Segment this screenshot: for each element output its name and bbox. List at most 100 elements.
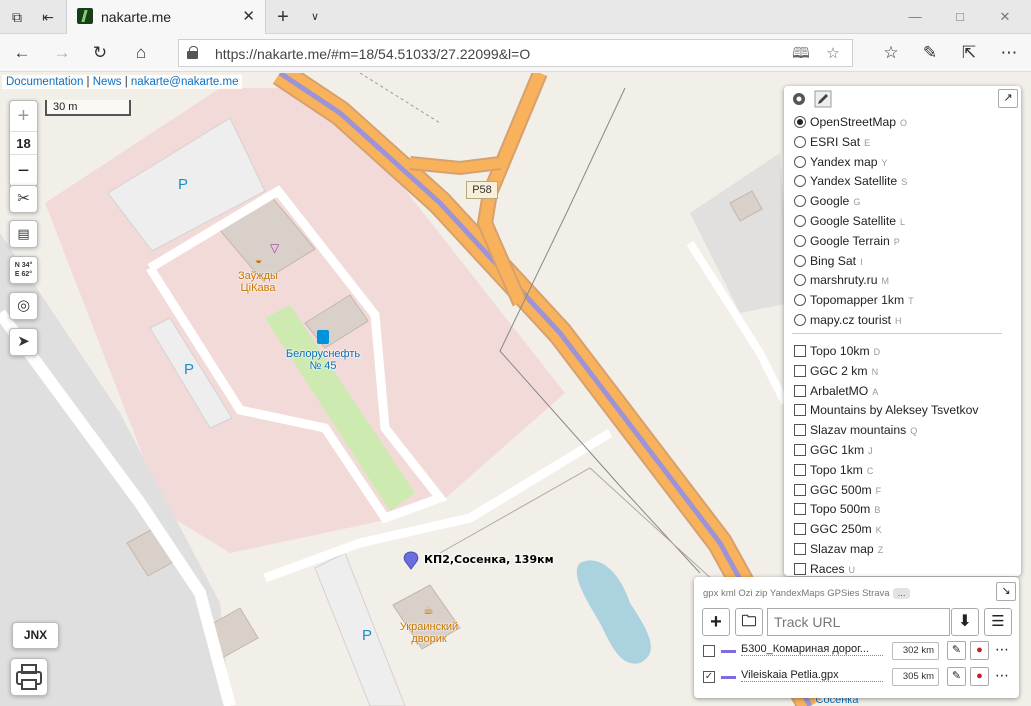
base-layer-item[interactable]: marshruty.ru M	[794, 271, 889, 290]
minimize-window-icon[interactable]: —	[900, 6, 930, 28]
track-edit-icon[interactable]: ✎	[947, 667, 966, 686]
overlay-layer-item[interactable]: Mountains by Aleksey Tsvetkov	[794, 401, 982, 420]
overlay-layer-item[interactable]: GGC 1km J	[794, 441, 873, 460]
layer-checkbox[interactable]	[794, 364, 806, 377]
base-layer-item[interactable]: Topomapper 1km T	[794, 291, 914, 310]
panoramas-icon[interactable]: ▤	[9, 220, 38, 248]
overlay-layer-item[interactable]: ArbaletMO A	[794, 382, 878, 401]
base-layer-item[interactable]: ESRI Sat E	[794, 133, 870, 152]
layer-radio[interactable]	[794, 254, 806, 267]
layer-checkbox[interactable]	[794, 503, 806, 516]
layer-radio[interactable]	[794, 195, 806, 208]
layer-radio[interactable]	[794, 116, 806, 128]
track-edit-icon[interactable]: ✎	[947, 641, 966, 660]
forward-arrow-icon[interactable]: →	[50, 42, 74, 64]
layer-checkbox[interactable]	[794, 463, 806, 476]
layer-radio[interactable]	[794, 175, 806, 188]
overlay-layer-item[interactable]: Slazav mountains Q	[794, 421, 917, 440]
tab-nakarte[interactable]: nakarte.me ✕	[66, 0, 266, 34]
layer-checkbox[interactable]	[794, 345, 806, 357]
base-layer-item[interactable]: Yandex Satellite S	[794, 172, 907, 191]
tab-list-chevron-icon[interactable]: ∨	[305, 7, 325, 27]
coordinates-control[interactable]: N 34° E 62°	[9, 256, 38, 284]
track-row[interactable]: Б300_Комариная дорог... 302 km ✎ ● ⋯	[703, 640, 1013, 662]
track-color-swatch[interactable]	[721, 676, 736, 679]
layer-checkbox[interactable]	[794, 424, 806, 437]
overlay-layer-item[interactable]: Topo 500m B	[794, 500, 880, 519]
layer-radio[interactable]	[794, 155, 806, 168]
base-layer-item[interactable]: Google Satellite L	[794, 212, 905, 231]
settings-gear-icon[interactable]	[790, 90, 808, 108]
waypoint-label[interactable]: КП2,Сосенка, 139км	[424, 553, 554, 566]
overlay-layer-item[interactable]: Topo 1km C	[794, 461, 873, 480]
track-url-input[interactable]: Track URL	[767, 608, 950, 636]
track-visibility-checkbox[interactable]	[703, 645, 715, 657]
pen-notes-icon[interactable]: ✎	[918, 42, 942, 64]
base-layer-item[interactable]: OpenStreetMap O	[794, 113, 907, 132]
close-tab-icon[interactable]: ✕	[242, 7, 255, 25]
address-bar[interactable]: https://nakarte.me/#m=18/54.51033/27.220…	[178, 39, 853, 67]
add-point-pin-icon[interactable]: ●	[970, 667, 989, 686]
overlay-layer-item[interactable]: GGC 2 km N	[794, 362, 878, 381]
layer-radio[interactable]	[794, 215, 806, 227]
add-point-pin-icon[interactable]: ●	[970, 641, 989, 660]
email-link[interactable]: nakarte@nakarte.me	[131, 76, 239, 88]
locate-me-icon[interactable]: ➤	[9, 328, 38, 356]
back-arrow-icon[interactable]: ←	[10, 42, 34, 64]
base-layer-item[interactable]: Yandex map Y	[794, 153, 888, 172]
layer-checkbox[interactable]	[794, 562, 806, 575]
documentation-link[interactable]: Documentation	[6, 76, 83, 88]
layer-radio[interactable]	[794, 135, 806, 148]
url-text[interactable]: https://nakarte.me/#m=18/54.51033/27.220…	[215, 46, 530, 62]
layer-checkbox[interactable]	[794, 444, 806, 456]
base-layer-item[interactable]: Google G	[794, 192, 860, 211]
share-icon[interactable]: ⇱	[957, 42, 981, 64]
overlay-layer-item[interactable]: GGC 500m F	[794, 481, 881, 500]
track-name[interactable]: Б300_Комариная дорог...	[741, 643, 883, 656]
print-button[interactable]	[10, 658, 48, 696]
zoom-in-button[interactable]: +	[10, 102, 37, 130]
formats-more-button[interactable]: ...	[892, 588, 911, 599]
more-menu-icon[interactable]: ⋯	[997, 42, 1021, 64]
track-name[interactable]: Vileiskaia Petlia.gpx	[741, 669, 883, 682]
layer-checkbox[interactable]	[794, 543, 806, 555]
layer-radio[interactable]	[794, 234, 806, 247]
base-layer-item[interactable]: mapy.cz tourist H	[794, 311, 902, 330]
track-more-menu-icon[interactable]: ⋯	[995, 642, 1009, 656]
close-window-icon[interactable]: ✕	[990, 6, 1020, 28]
base-layer-item[interactable]: Bing Sat I	[794, 252, 863, 271]
overlay-layer-item[interactable]: GGC 250m K	[794, 520, 882, 539]
overlay-layer-item[interactable]: Topo 10km D	[794, 342, 880, 361]
track-visibility-checkbox[interactable]: ✓	[703, 671, 715, 683]
set-tabs-aside-icon[interactable]: ⇤	[38, 7, 58, 27]
ruler-tool-icon[interactable]: ✂	[9, 185, 38, 213]
download-arrow-icon[interactable]: ⬇	[951, 608, 979, 636]
layer-checkbox[interactable]	[794, 483, 806, 496]
tracks-menu-icon[interactable]: ☰	[984, 608, 1012, 636]
collapse-tracks-icon[interactable]: ↘	[996, 582, 1016, 601]
track-color-swatch[interactable]	[721, 650, 736, 653]
open-folder-icon[interactable]: 🗀	[735, 608, 763, 636]
layer-radio[interactable]	[794, 294, 806, 307]
tab-actions-icon[interactable]: ⧉	[7, 7, 27, 27]
zoom-out-button[interactable]: −	[10, 157, 37, 185]
jnx-button[interactable]: JNX	[12, 622, 59, 649]
refresh-icon[interactable]: ↻	[88, 42, 112, 64]
base-layer-item[interactable]: Google Terrain P	[794, 232, 900, 251]
home-icon[interactable]: ⌂	[129, 42, 153, 64]
overlay-layer-item[interactable]: Races U	[794, 560, 855, 576]
layer-checkbox[interactable]	[794, 404, 806, 417]
maximize-window-icon[interactable]: □	[945, 6, 975, 28]
add-track-button[interactable]: +	[702, 608, 730, 636]
track-row[interactable]: ✓ Vileiskaia Petlia.gpx 305 km ✎ ● ⋯	[703, 666, 1013, 688]
compass-icon[interactable]: ◎	[9, 292, 38, 320]
layer-checkbox[interactable]	[794, 523, 806, 536]
layer-radio[interactable]	[794, 274, 806, 287]
edit-pencil-icon[interactable]	[814, 90, 832, 108]
map-view[interactable]: P58 P P P ◒ ▽ Заўжды ЦіКава Белоруснефть…	[0, 73, 1031, 706]
new-tab-button[interactable]: +	[273, 7, 293, 27]
expand-layers-icon[interactable]: ↗	[998, 89, 1018, 108]
overlay-layer-item[interactable]: Slazav map Z	[794, 540, 883, 559]
layer-radio[interactable]	[794, 314, 806, 326]
favorites-list-icon[interactable]: ☆	[879, 42, 903, 64]
